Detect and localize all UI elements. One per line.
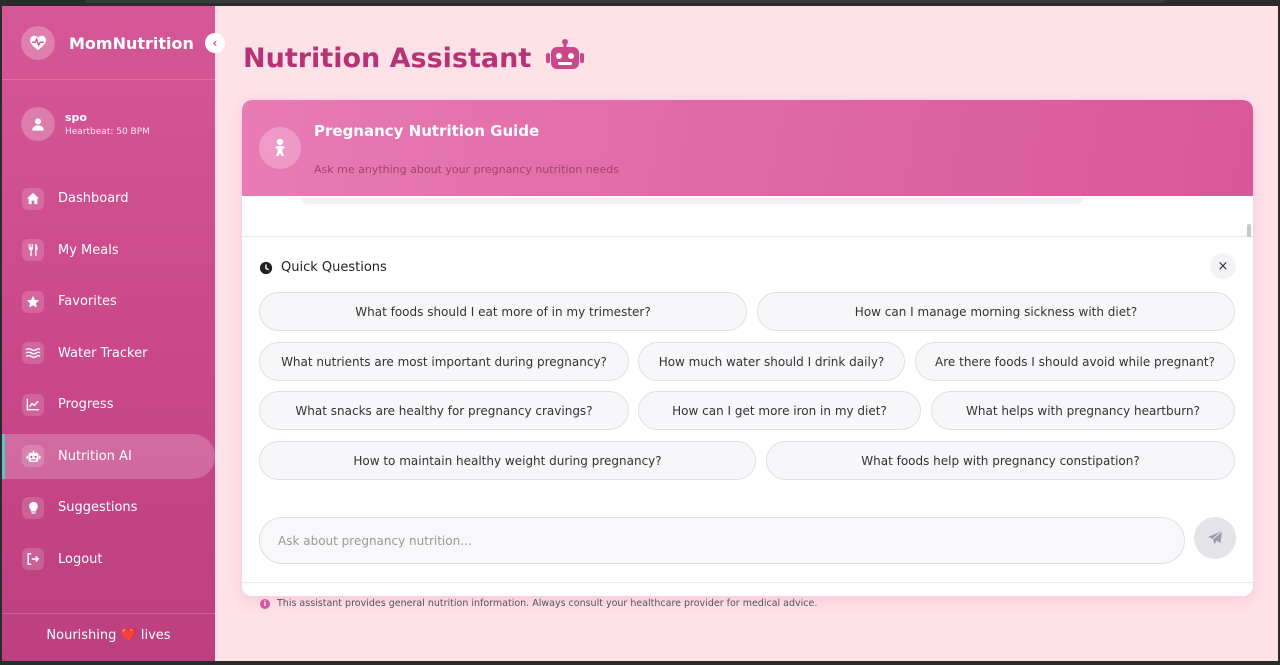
robot-icon [545,39,585,78]
divider [242,582,1253,583]
home-icon [22,187,44,210]
brand[interactable]: MomNutrition [21,26,194,60]
sidebar-collapse-button[interactable]: ‹ [205,33,225,53]
send-button[interactable] [1194,517,1236,559]
sidebar-divider [2,613,215,614]
utensils-icon [22,239,44,261]
guide-title: Pregnancy Nutrition Guide [314,122,540,140]
sidebar-item-label: Logout [58,551,103,567]
sidebar-item-label: Dashboard [58,191,129,206]
baby-icon [259,127,301,169]
info-icon: i [260,598,270,609]
main-content: Nutrition Assistant Pregnancy Nutrition … [215,6,1278,661]
sidebar-item-label: Progress [58,397,114,412]
page-title: Nutrition Assistant [243,39,585,78]
page-title-text: Nutrition Assistant [243,43,532,74]
sidebar-item-label: Nutrition AI [58,448,132,464]
quick-question-chip[interactable]: What nutrients are most important during… [259,342,629,381]
quick-question-chip[interactable]: What foods help with pregnancy constipat… [766,441,1235,480]
quick-question-chip[interactable]: Are there foods I should avoid while pre… [915,342,1235,381]
send-icon [1208,530,1223,545]
sidebar-item-label: Water Tracker [58,345,148,361]
quick-question-chip[interactable]: What helps with pregnancy heartburn? [931,391,1235,430]
heart-pulse-icon [21,26,55,60]
user-name: spo [65,111,87,124]
close-quick-questions-button[interactable]: × [1210,253,1236,279]
sidebar-item-logout[interactable]: Logout [2,537,215,582]
disclaimer-text: This assistant provides general nutritio… [277,598,818,609]
guide-subtitle: Ask me anything about your pregnancy nut… [314,163,619,176]
quick-question-chip[interactable]: What snacks are healthy for pregnancy cr… [259,391,629,430]
heart-icon: ❤️ [120,628,137,643]
sidebar-item-dashboard[interactable]: Dashboard [2,176,215,221]
quick-question-chip[interactable]: How to maintain healthy weight during pr… [259,441,756,480]
sidebar-divider [2,79,215,80]
brand-name: MomNutrition [69,33,194,53]
user-heartbeat: Heartbeat: 50 BPM [65,127,150,137]
sidebar-item-suggestions[interactable]: Suggestions [2,485,215,530]
quick-question-chip[interactable]: How much water should I drink daily? [638,342,905,381]
sidebar-item-my-meals[interactable]: My Meals [2,228,215,273]
user-profile[interactable]: spo Heartbeat: 50 BPM [21,107,150,141]
water-icon [22,342,44,364]
sidebar-item-progress[interactable]: Progress [2,382,215,427]
sidebar-item-water-tracker[interactable]: Water Tracker [2,331,215,376]
robot-icon [22,445,44,467]
quick-question-chip[interactable]: What foods should I eat more of in my tr… [259,292,747,331]
sidebar-item-label: My Meals [58,242,119,258]
sidebar-item-label: Suggestions [58,500,138,515]
clock-icon [259,261,273,274]
quick-question-chip[interactable]: How can I manage morning sickness with d… [757,292,1235,331]
window-top-edge [85,0,1165,3]
chat-input[interactable] [259,517,1185,564]
footer-text-right: lives [140,628,171,643]
quick-questions-title: Quick Questions [281,260,387,275]
assistant-card: Pregnancy Nutrition Guide Ask me anythin… [242,100,1253,596]
star-icon [22,290,44,313]
message-bubble-edge [302,198,1082,204]
quick-questions-panel: Quick Questions × What foods should I ea… [242,237,1253,497]
sidebar: MomNutrition ‹ spo Heartbeat: 50 BPM Das… [2,6,225,661]
disclaimer: i This assistant provides general nutrit… [260,598,817,609]
logout-icon [22,548,44,570]
user-avatar-icon [21,107,55,141]
quick-questions-heading: Quick Questions [259,260,387,275]
sidebar-item-label: Favorites [58,294,117,309]
footer-text-left: Nourishing [46,628,117,643]
quick-question-chip[interactable]: How can I get more iron in my diet? [638,391,921,430]
lightbulb-icon [22,496,44,519]
sidebar-item-nutrition-ai[interactable]: Nutrition AI [2,433,215,479]
app-window: MomNutrition ‹ spo Heartbeat: 50 BPM Das… [2,6,1278,661]
sidebar-item-favorites[interactable]: Favorites [2,279,215,324]
guide-header: Pregnancy Nutrition Guide Ask me anythin… [242,100,1253,196]
sidebar-nav: Dashboard My Meals Favorites Water Track… [2,176,215,588]
chat-scrollbar[interactable] [1247,224,1251,238]
sidebar-footer: Nourishing ❤️ lives [2,628,215,643]
chart-line-icon [22,393,44,416]
